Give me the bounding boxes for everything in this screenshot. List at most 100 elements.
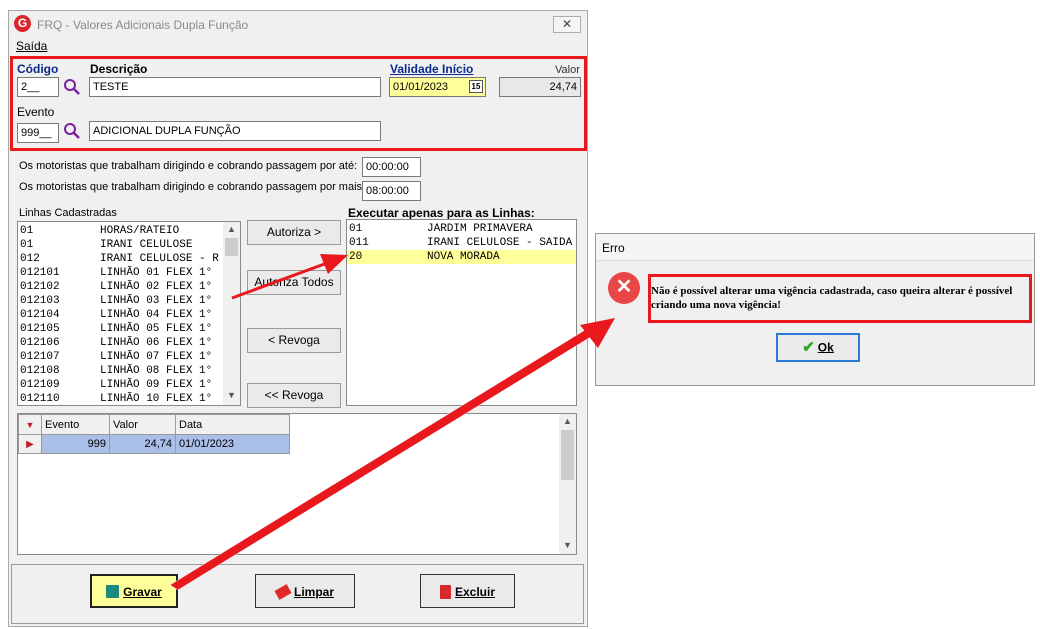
grid-indicator-header: ▼: [18, 414, 42, 435]
list-item[interactable]: 012 IRANI CELULOSE - R: [20, 252, 219, 266]
list-item[interactable]: 011 IRANI CELULOSE - SAIDA: [347, 236, 576, 250]
grid-header-data[interactable]: Data: [175, 414, 290, 435]
evento-label: Evento: [17, 105, 55, 119]
line-code: 011: [349, 237, 369, 249]
app-logo-icon: G: [14, 15, 31, 32]
line-name: IRANI CELULOSE: [100, 239, 193, 251]
line-name: NOVA MORADA: [427, 251, 500, 263]
line-code: 012109: [20, 379, 60, 391]
line-code: 012102: [20, 281, 60, 293]
line-name: LINHÃO 08 FLEX 1°: [100, 365, 213, 377]
list-item[interactable]: 012108 LINHÃO 08 FLEX 1°: [20, 364, 219, 378]
line-name: LINHÃO 06 FLEX 1°: [100, 337, 213, 349]
limpar-button[interactable]: Limpar: [255, 574, 355, 608]
list-item[interactable]: 01 JARDIM PRIMAVERA: [347, 222, 576, 236]
grid-cell-data[interactable]: 01/01/2023: [175, 434, 290, 454]
table-row[interactable]: ▶ 999 24,74 01/01/2023: [18, 434, 290, 454]
ok-label: Ok: [817, 340, 834, 355]
gravar-label: Gravar: [123, 584, 162, 599]
evento-desc-field: ADICIONAL DUPLA FUNÇÃO: [89, 121, 381, 141]
line-name: IRANI CELULOSE - SAIDA: [427, 237, 573, 249]
trash-icon: [439, 584, 451, 599]
executar-label: Executar apenas para as Linhas:: [348, 206, 535, 220]
list-item[interactable]: 012105 LINHÃO 05 FLEX 1°: [20, 322, 219, 336]
line-code: 012: [20, 253, 40, 265]
ate-field[interactable]: 00:00:00: [362, 157, 421, 177]
scroll-up-arrow-icon[interactable]: ▲: [227, 224, 236, 234]
grid-scroll-down-icon[interactable]: ▼: [563, 540, 572, 550]
line-name: LINHÃO 03 FLEX 1°: [100, 295, 213, 307]
revoga-button[interactable]: < Revoga: [247, 328, 341, 353]
excluir-button[interactable]: Excluir: [420, 574, 515, 608]
menu-saida[interactable]: Saída: [16, 39, 47, 53]
line-code: 012108: [20, 365, 60, 377]
line-code: 012110: [20, 393, 60, 405]
linhas-scrollbar[interactable]: ▲ ▼: [223, 222, 240, 405]
main-window: G FRQ - Valores Adicionais Dupla Função …: [8, 10, 588, 627]
linhas-cadastradas-list[interactable]: 01 HORAS/RATEIO 01 IRANI CELULOSE 012 IRANI C…: [17, 221, 241, 406]
scroll-thumb[interactable]: [225, 238, 238, 256]
evento-code-field[interactable]: 999__: [17, 123, 59, 143]
evento-search-icon[interactable]: [63, 122, 81, 140]
close-button[interactable]: ✕: [553, 16, 581, 33]
ate-label: Os motoristas que trabalham dirigindo e …: [19, 160, 358, 172]
line-name: LINHÃO 05 FLEX 1°: [100, 323, 213, 335]
list-item[interactable]: 01 IRANI CELULOSE: [20, 238, 219, 252]
autoriza-todos-button[interactable]: Autoriza Todos: [247, 270, 341, 295]
list-item[interactable]: 012106 LINHÃO 06 FLEX 1°: [20, 336, 219, 350]
grid-header-valor[interactable]: Valor: [109, 414, 176, 435]
eraser-icon: [274, 583, 292, 600]
valores-grid[interactable]: ▼ Evento Valor Data ▶ 999 24,74 01/01/20…: [17, 413, 577, 555]
grid-header-row: ▼ Evento Valor Data: [18, 414, 290, 435]
autoriza-button[interactable]: Autoriza >: [247, 220, 341, 245]
list-item[interactable]: 012103 LINHÃO 03 FLEX 1°: [20, 294, 219, 308]
excluir-label: Excluir: [454, 584, 496, 599]
limpar-label: Limpar: [293, 584, 334, 599]
line-name: IRANI CELULOSE - R: [100, 253, 219, 265]
codigo-search-icon[interactable]: [63, 78, 81, 96]
descricao-field[interactable]: TESTE: [89, 77, 381, 97]
grid-header-evento[interactable]: Evento: [41, 414, 110, 435]
error-icon: ✕: [608, 272, 640, 304]
row-selected-indicator-icon: ▶: [18, 434, 42, 454]
list-item[interactable]: 20 NOVA MORADA: [347, 250, 576, 264]
calendar-icon[interactable]: 15: [469, 80, 483, 93]
line-name: LINHÃO 09 FLEX 1°: [100, 379, 213, 391]
ok-button[interactable]: ✔ Ok: [776, 333, 860, 362]
grid-cell-evento[interactable]: 999: [41, 434, 110, 454]
line-code: 012103: [20, 295, 60, 307]
title-bar: G FRQ - Valores Adicionais Dupla Função …: [9, 11, 587, 37]
valor-field: 24,74: [499, 77, 581, 97]
validade-label: Validade Início: [390, 62, 474, 76]
line-code: 01: [20, 225, 34, 237]
revoga-todos-button[interactable]: << Revoga Todos: [247, 383, 341, 425]
list-item[interactable]: 012104 LINHÃO 04 FLEX 1°: [20, 308, 219, 322]
grid-scroll-thumb[interactable]: [561, 430, 574, 480]
mais-label: Os motoristas que trabalham dirigindo e …: [19, 181, 366, 193]
line-code: 01: [349, 223, 363, 235]
mais-field[interactable]: 08:00:00: [362, 181, 421, 201]
list-item[interactable]: 012101 LINHÃO 01 FLEX 1°: [20, 266, 219, 280]
gravar-button[interactable]: Gravar: [90, 574, 178, 608]
grid-scroll-up-icon[interactable]: ▲: [563, 416, 572, 426]
checkmark-icon: ✔: [802, 339, 815, 357]
descricao-label: Descrição: [90, 62, 148, 76]
codigo-field[interactable]: 2__: [17, 77, 59, 97]
grid-cell-valor[interactable]: 24,74: [109, 434, 176, 454]
list-item[interactable]: 012107 LINHÃO 07 FLEX 1°: [20, 350, 219, 364]
line-name: HORAS/RATEIO: [100, 225, 180, 237]
floppy-disk-icon: [106, 585, 120, 599]
line-code: 012101: [20, 267, 60, 279]
dialog-title: Erro: [602, 241, 625, 255]
scroll-down-arrow-icon[interactable]: ▼: [227, 390, 236, 400]
executar-list[interactable]: 01 JARDIM PRIMAVERA 011 IRANI CELULOSE - SA…: [346, 219, 577, 406]
line-code: 01: [20, 239, 34, 251]
list-item[interactable]: 012110 LINHÃO 10 FLEX 1°: [20, 392, 219, 405]
codigo-label: Código: [17, 62, 59, 76]
list-item[interactable]: 012109 LINHÃO 09 FLEX 1°: [20, 378, 219, 392]
calendar-icon-text: 15: [471, 82, 481, 91]
list-item[interactable]: 01 HORAS/RATEIO: [20, 224, 219, 238]
grid-scrollbar[interactable]: ▲ ▼: [559, 414, 576, 554]
list-item[interactable]: 012102 LINHÃO 02 FLEX 1°: [20, 280, 219, 294]
line-name: LINHÃO 02 FLEX 1°: [100, 281, 213, 293]
